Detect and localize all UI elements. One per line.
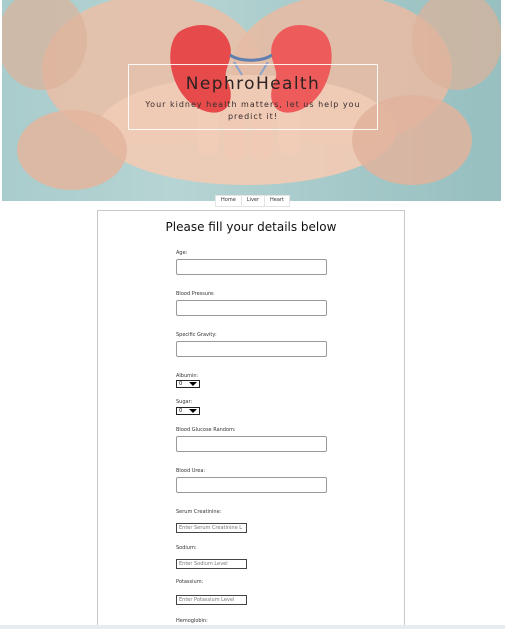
nav-home[interactable]: Home xyxy=(216,196,242,206)
nav-heart[interactable]: Heart xyxy=(265,196,289,206)
blood-pressure-input[interactable] xyxy=(176,300,327,316)
hero-banner: NephroHealth Your kidney health matters,… xyxy=(2,0,501,201)
top-nav: Home Liver Heart xyxy=(215,195,290,207)
sugar-label: Sugar: xyxy=(176,399,193,405)
age-input[interactable] xyxy=(176,259,327,275)
blood-urea-label: Blood Urea: xyxy=(176,468,206,474)
potassium-label: Potassium: xyxy=(176,579,204,585)
sodium-input[interactable]: Enter Sodium Level xyxy=(176,559,247,569)
serum-creatinine-label: Serum Creatinine: xyxy=(176,509,222,515)
chevron-down-icon xyxy=(189,409,197,413)
page: NephroHealth Your kidney health matters,… xyxy=(0,0,505,629)
chevron-down-icon xyxy=(189,382,197,386)
specific-gravity-label: Specific Gravity: xyxy=(176,332,217,338)
sugar-select[interactable]: 0 xyxy=(176,407,200,415)
hero-title-frame: NephroHealth Your kidney health matters,… xyxy=(128,64,378,130)
blood-glucose-random-input[interactable] xyxy=(176,436,327,452)
form-title: Please fill your details below xyxy=(165,220,337,234)
details-form: Please fill your details below Age: Bloo… xyxy=(97,210,405,629)
blood-glucose-random-label: Blood Glucose Random: xyxy=(176,427,236,433)
hemoglobin-label: Hemoglobin: xyxy=(176,618,208,624)
site-tagline: Your kidney health matters, let us help … xyxy=(145,100,361,121)
age-label: Age: xyxy=(176,250,188,256)
horizontal-scrollbar[interactable] xyxy=(0,625,505,629)
sugar-value: 0 xyxy=(179,408,183,414)
blood-pressure-label: Blood Pressure: xyxy=(176,291,215,297)
albumin-select[interactable]: 0 xyxy=(176,380,200,388)
potassium-input[interactable]: Enter Potassium Level xyxy=(176,595,247,605)
albumin-value: 0 xyxy=(179,381,183,387)
sodium-label: Sodium: xyxy=(176,545,197,551)
nav-liver[interactable]: Liver xyxy=(242,196,266,206)
specific-gravity-input[interactable] xyxy=(176,341,327,357)
serum-creatinine-input[interactable]: Enter Serum Creatinine L xyxy=(176,523,247,533)
site-title: NephroHealth xyxy=(185,74,321,94)
blood-urea-input[interactable] xyxy=(176,477,327,493)
albumin-label: Albumin: xyxy=(176,373,199,379)
